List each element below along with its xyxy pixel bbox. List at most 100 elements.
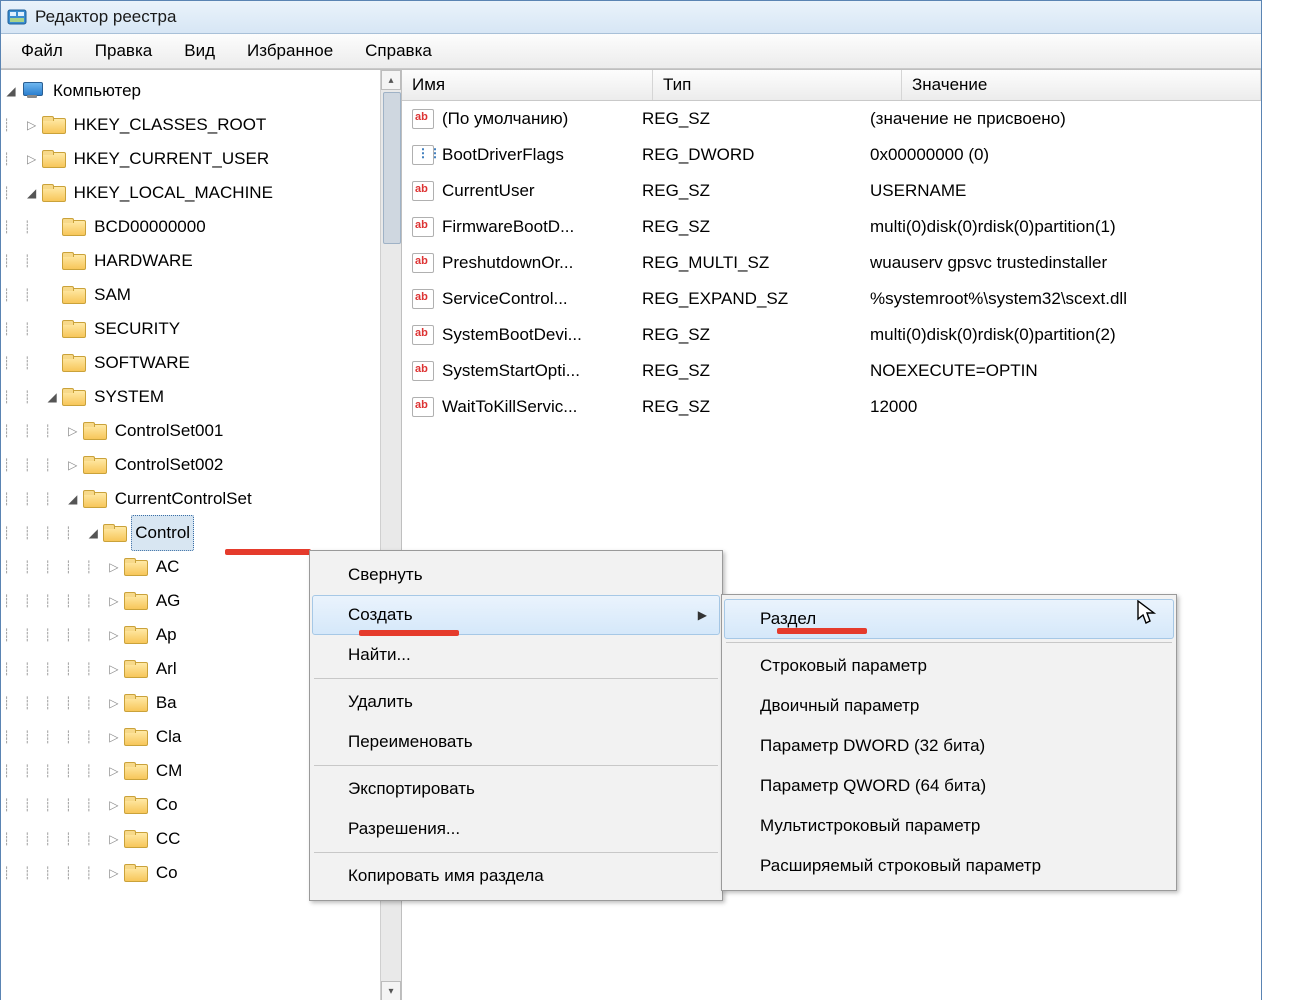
value-data: 0x00000000 (0): [870, 145, 1261, 165]
value-row[interactable]: PreshutdownOr...REG_MULTI_SZwuauserv gps…: [402, 245, 1261, 281]
menu-item-label: Раздел: [760, 609, 816, 629]
subctx-item[interactable]: Двоичный параметр: [724, 686, 1174, 726]
tree-hkcu[interactable]: ┊ HKEY_CURRENT_USER: [3, 142, 401, 176]
folder-icon: [124, 796, 146, 814]
subctx-item[interactable]: Строковый параметр: [724, 646, 1174, 686]
menu-edit[interactable]: Правка: [79, 37, 168, 65]
expand-icon[interactable]: [106, 686, 122, 720]
titlebar[interactable]: Редактор реестра: [1, 1, 1261, 34]
expand-icon[interactable]: [106, 754, 122, 788]
expand-icon[interactable]: [106, 720, 122, 754]
tree-item-label: SOFTWARE: [90, 346, 194, 380]
folder-icon: [124, 864, 146, 882]
tree-hklm-child[interactable]: ┊ ┊ SECURITY: [3, 312, 401, 346]
tree-item-label: Ba: [152, 686, 181, 720]
tree-hklm-child[interactable]: ┊ ┊ HARDWARE: [3, 244, 401, 278]
expand-icon[interactable]: [106, 822, 122, 856]
tree-item-label: Ap: [152, 618, 181, 652]
tree-cs001[interactable]: ┊ ┊ ┊ ControlSet001: [3, 414, 401, 448]
expand-icon[interactable]: [44, 380, 60, 414]
menu-item-label: Параметр DWORD (32 бита): [760, 736, 985, 756]
value-data: (значение не присвоено): [870, 109, 1261, 129]
expand-icon[interactable]: [65, 448, 81, 482]
value-row[interactable]: CurrentUserREG_SZUSERNAME: [402, 173, 1261, 209]
ctx-item[interactable]: Копировать имя раздела: [312, 856, 720, 896]
menu-view[interactable]: Вид: [168, 37, 231, 65]
col-value[interactable]: Значение: [902, 70, 1261, 100]
tree-hklm[interactable]: ┊ HKEY_LOCAL_MACHINE: [3, 176, 401, 210]
value-type: REG_SZ: [642, 325, 870, 345]
scroll-up-icon[interactable]: ▴: [381, 70, 401, 90]
tree-item-label: SAM: [90, 278, 135, 312]
tree-item-label: Cla: [152, 720, 186, 754]
expand-icon[interactable]: [106, 618, 122, 652]
value-row[interactable]: (По умолчанию)REG_SZ(значение не присвое…: [402, 101, 1261, 137]
value-row[interactable]: SystemStartOpti...REG_SZ NOEXECUTE=OPTIN: [402, 353, 1261, 389]
subctx-item[interactable]: Мультистроковый параметр: [724, 806, 1174, 846]
expand-icon[interactable]: [106, 584, 122, 618]
menu-item-label: Строковый параметр: [760, 656, 927, 676]
tree-item-label: Co: [152, 856, 182, 890]
ctx-item[interactable]: Найти...: [312, 635, 720, 675]
folder-icon: [124, 728, 146, 746]
value-row[interactable]: SystemBootDevi...REG_SZmulti(0)disk(0)rd…: [402, 317, 1261, 353]
ctx-item[interactable]: Создать▶: [312, 595, 720, 635]
ctx-item[interactable]: Экспортировать: [312, 769, 720, 809]
tree-item-label: Компьютер: [49, 74, 145, 108]
subctx-item[interactable]: Расширяемый строковый параметр: [724, 846, 1174, 886]
menu-help[interactable]: Справка: [349, 37, 448, 65]
ctx-item[interactable]: Удалить: [312, 682, 720, 722]
col-type[interactable]: Тип: [653, 70, 902, 100]
menu-item-label: Разрешения...: [348, 819, 460, 839]
folder-icon: [124, 660, 146, 678]
expand-icon[interactable]: [65, 414, 81, 448]
col-name[interactable]: Имя: [402, 70, 653, 100]
tree-control[interactable]: ┊ ┊ ┊ ┊ Control: [3, 516, 401, 550]
value-type: REG_DWORD: [642, 145, 870, 165]
value-row[interactable]: BootDriverFlagsREG_DWORD0x00000000 (0): [402, 137, 1261, 173]
expand-icon[interactable]: [3, 74, 19, 108]
expand-icon[interactable]: [65, 482, 81, 516]
tree-hkcr[interactable]: ┊ HKEY_CLASSES_ROOT: [3, 108, 401, 142]
expand-icon[interactable]: [106, 652, 122, 686]
menu-fav[interactable]: Избранное: [231, 37, 349, 65]
menu-file[interactable]: Файл: [5, 37, 79, 65]
tree-hklm-child[interactable]: ┊ ┊ SOFTWARE: [3, 346, 401, 380]
menu-item-label: Копировать имя раздела: [348, 866, 544, 886]
expand-icon[interactable]: [106, 856, 122, 890]
value-row[interactable]: FirmwareBootD...REG_SZmulti(0)disk(0)rdi…: [402, 209, 1261, 245]
expand-icon[interactable]: [106, 788, 122, 822]
value-type: REG_MULTI_SZ: [642, 253, 870, 273]
expand-icon[interactable]: [85, 516, 101, 550]
value-row[interactable]: ServiceControl...REG_EXPAND_SZ%systemroo…: [402, 281, 1261, 317]
ctx-item[interactable]: Переименовать: [312, 722, 720, 762]
tree-hklm-child[interactable]: ┊ ┊ SAM: [3, 278, 401, 312]
value-name: PreshutdownOr...: [442, 253, 573, 273]
scroll-thumb[interactable]: [383, 92, 401, 244]
tree-hklm-child[interactable]: ┊ ┊ BCD00000000: [3, 210, 401, 244]
tree-item-label: Control: [131, 515, 194, 551]
expand-icon[interactable]: [24, 142, 40, 176]
tree-ccs[interactable]: ┊ ┊ ┊ CurrentControlSet: [3, 482, 401, 516]
context-submenu-create[interactable]: Раздел Строковый параметр Двоичный парамет…: [721, 594, 1177, 891]
expand-icon[interactable]: [24, 108, 40, 142]
menu-item-label: Свернуть: [348, 565, 423, 585]
binary-value-icon: [412, 145, 434, 165]
annotation-mark: [777, 628, 867, 634]
tree-item-label: HKEY_CURRENT_USER: [70, 142, 274, 176]
tree-cs002[interactable]: ┊ ┊ ┊ ControlSet002: [3, 448, 401, 482]
value-data: NOEXECUTE=OPTIN: [870, 361, 1261, 381]
value-row[interactable]: WaitToKillServic...REG_SZ12000: [402, 389, 1261, 425]
tree-system[interactable]: ┊ ┊ SYSTEM: [3, 380, 401, 414]
ctx-item[interactable]: Разрешения...: [312, 809, 720, 849]
context-menu[interactable]: Свернуть Создать▶Найти... УдалитьПереимено…: [309, 550, 723, 901]
ctx-item[interactable]: Свернуть: [312, 555, 720, 595]
subctx-item[interactable]: Параметр DWORD (32 бита): [724, 726, 1174, 766]
expand-icon[interactable]: [106, 550, 122, 584]
expand-icon[interactable]: [24, 176, 40, 210]
tree-item-label: CurrentControlSet: [111, 482, 256, 516]
subctx-item[interactable]: Параметр QWORD (64 бита): [724, 766, 1174, 806]
menu-separator: [314, 852, 718, 853]
tree-root-computer[interactable]: Компьютер: [3, 74, 401, 108]
scroll-down-icon[interactable]: ▾: [381, 981, 401, 1000]
